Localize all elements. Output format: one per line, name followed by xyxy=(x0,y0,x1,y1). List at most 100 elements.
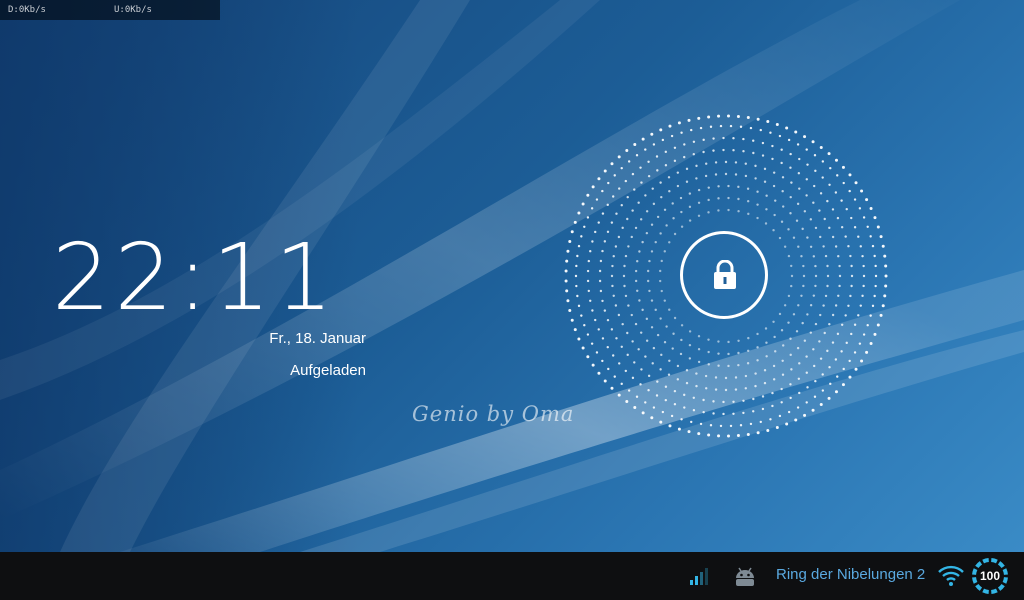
unlock-ring-dot xyxy=(590,207,594,210)
unlock-ring-dot xyxy=(695,372,698,375)
unlock-ring-dot xyxy=(774,350,777,353)
unlock-ring-dot xyxy=(836,375,839,378)
unlock-ring-dot xyxy=(858,342,862,345)
unlock-ring-dot xyxy=(683,143,686,146)
unlock-ring-dot xyxy=(845,207,848,211)
unlock-ring-dot xyxy=(606,230,610,234)
unlock-ring-dot xyxy=(727,184,730,188)
unlock-ring-dot xyxy=(811,408,815,412)
unlock-ring-dot xyxy=(794,130,798,134)
unlock-ring-dot xyxy=(577,304,581,308)
charge-status: Aufgeladen xyxy=(290,362,366,379)
unlock-ring-dot xyxy=(766,428,770,432)
unlock-ring-dot xyxy=(591,309,594,312)
unlock-ring-dot xyxy=(763,167,767,171)
system-status-bar[interactable]: Ring der Nibelungen 2 100 xyxy=(0,552,1024,600)
unlock-ring-dot xyxy=(840,199,843,202)
unlock-ring-dot xyxy=(806,313,809,316)
unlock-ring-dot xyxy=(849,254,852,258)
unlock-ring-dot xyxy=(787,410,791,414)
unlock-ring-dot xyxy=(614,304,618,307)
unlock-ring-dot xyxy=(672,217,675,220)
unlock-ring-dot xyxy=(717,209,720,212)
unlock-ring-dot xyxy=(727,364,730,368)
unlock-ring-dot xyxy=(732,137,735,140)
unlock-ring-dot xyxy=(610,328,614,331)
unlock-ring-dot xyxy=(871,244,875,248)
unlock-ring-dot xyxy=(707,186,710,189)
unlock-ring-dot xyxy=(624,369,628,373)
unlock-ring-dot xyxy=(702,138,705,142)
unlock-ring-dot xyxy=(869,314,872,317)
unlock-ring-dot xyxy=(763,180,767,183)
unlock-ring-dot xyxy=(610,274,614,278)
unlock-ring-dot xyxy=(789,166,792,169)
unlock-ring-dot xyxy=(823,331,826,335)
unlock-ring-dot xyxy=(638,250,641,253)
unlock-ring-dot xyxy=(836,216,840,220)
unlock-ring-dot xyxy=(639,218,643,221)
unlock-ring-dot xyxy=(645,231,649,235)
unlock-ring-dot xyxy=(754,372,757,375)
unlock-ring-dot xyxy=(859,304,862,307)
unlock-ring-dot xyxy=(809,245,813,248)
unlock-ring-dot xyxy=(598,279,602,283)
unlock-ring-dot xyxy=(648,289,651,293)
unlock-ring-dot xyxy=(790,274,794,278)
unlock-ring-dot xyxy=(677,121,681,125)
unlock-ring-dot xyxy=(848,359,851,363)
unlock-ring-dot xyxy=(598,269,602,273)
unlock-ring-dot xyxy=(668,424,672,428)
unlock-ring-dot xyxy=(612,195,615,198)
unlock-ring-dot xyxy=(771,144,774,148)
unlock-ring-dot xyxy=(644,355,647,358)
unlock-ring-dot xyxy=(625,400,629,404)
unlock-ring-dot xyxy=(739,424,743,427)
unlock-ring-dot xyxy=(819,403,823,407)
unlock-ring-dot xyxy=(722,136,725,140)
unlock-ring-dot xyxy=(724,160,728,164)
unlock-ring-dot xyxy=(850,284,853,288)
unlock-ring-dot xyxy=(772,364,776,368)
android-icon[interactable] xyxy=(732,565,758,587)
unlock-ring-dot xyxy=(823,217,826,221)
unlock-ring-dot xyxy=(873,254,876,258)
unlock-ring-dot xyxy=(606,345,609,349)
unlock-ring-dot xyxy=(826,274,830,278)
unlock-ring-dot xyxy=(597,371,601,375)
unlock-ring-dot xyxy=(828,226,831,230)
unlock-ring-dot xyxy=(714,173,718,176)
unlock-ring-dot xyxy=(607,181,610,185)
unlock-ring-dot xyxy=(826,199,829,203)
unlock-ring-dot xyxy=(756,359,759,362)
unlock-ring-dot xyxy=(620,204,623,207)
unlock-ring-dot xyxy=(761,154,765,157)
unlock-ring-dot xyxy=(641,411,645,415)
clock-time: 22:11 xyxy=(52,224,338,331)
unlock-ring-dot xyxy=(769,131,772,134)
unlock-ring-dot xyxy=(831,208,835,211)
unlock-ring-dot xyxy=(754,177,757,180)
unlock-ring-dot xyxy=(631,172,635,176)
unlock-ring-dot xyxy=(636,259,639,263)
unlock-ring-dot xyxy=(601,189,604,193)
unlock-ring-dot xyxy=(664,385,668,388)
unlock-ring-dot xyxy=(575,264,578,268)
unlock-ring-dot xyxy=(747,212,750,216)
unlock-ring-dot xyxy=(613,375,616,378)
unlock-ring-dot xyxy=(746,200,750,203)
unlock-button[interactable] xyxy=(680,231,768,319)
unlock-ring-dot xyxy=(607,367,610,371)
unlock-ring-dot xyxy=(679,196,683,200)
unlock-ring-dot xyxy=(622,274,626,278)
unlock-ring-dot xyxy=(641,240,644,244)
unlock-ring-dot xyxy=(785,126,789,130)
unlock-ring-dot xyxy=(803,135,807,139)
unlock-ring-dot xyxy=(667,176,671,179)
unlock-ring-dot xyxy=(652,202,656,206)
unlock-ring-dot xyxy=(847,304,850,307)
unlock-ring-dot xyxy=(673,159,677,163)
unlock-ring-dot xyxy=(660,195,663,199)
unlock-ring-dot xyxy=(656,215,660,219)
unlock-ring-dot xyxy=(676,364,680,368)
